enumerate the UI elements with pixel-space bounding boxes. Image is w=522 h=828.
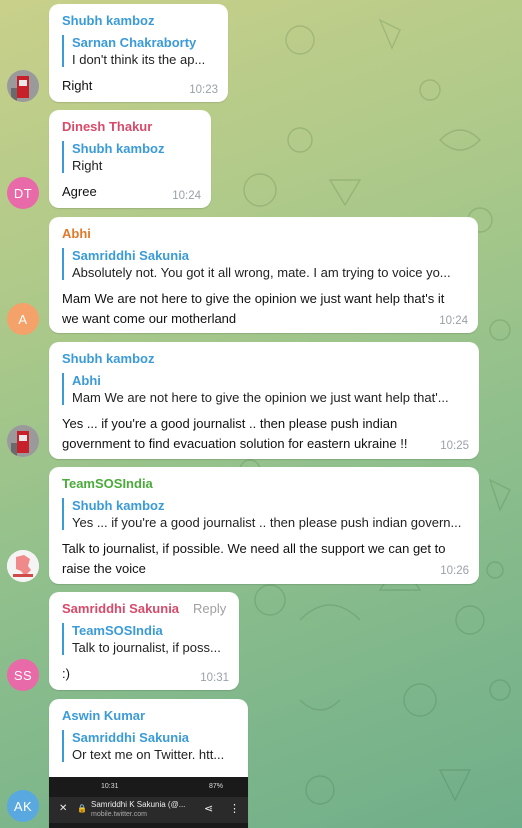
reply-sender: Sarnan Chakraborty (72, 35, 197, 50)
reply-sender: Samriddhi Sakunia (72, 248, 190, 263)
user-photo-icon (7, 425, 39, 457)
message-text-line: Mam We are not here to give the opinion … (62, 291, 445, 306)
reply-text: I don't think its the ap... (72, 52, 206, 67)
message-time: 10:24 (439, 315, 468, 327)
sender-name[interactable]: Dinesh Thakur (62, 119, 152, 134)
sender-name[interactable]: Samriddhi Sakunia (62, 601, 179, 616)
reply-quote[interactable]: Samriddhi Sakunia Or text me on Twitter.… (62, 730, 238, 762)
reply-button[interactable]: Reply (193, 601, 226, 616)
reply-quote[interactable]: TeamSOSIndia Talk to journalist, if poss… (62, 623, 228, 655)
status-time: 10:31 (101, 783, 119, 790)
message-bubble[interactable]: TeamSOSIndia Shubh kamboz Yes ... if you… (49, 467, 479, 584)
attached-screenshot[interactable]: 10:31 87% ✕ 🔒 Samriddhi K Sakunia (@... … (49, 777, 248, 828)
message-bubble[interactable]: Abhi Samriddhi Sakunia Absolutely not. Y… (49, 217, 478, 333)
reply-sender: Shubh kamboz (72, 141, 165, 156)
sender-name[interactable]: Aswin Kumar (62, 708, 145, 723)
avatar[interactable] (7, 70, 39, 102)
avatar[interactable] (7, 550, 39, 582)
message-bubble[interactable]: Aswin Kumar Samriddhi Sakunia Or text me… (49, 699, 248, 828)
reply-text: Absolutely not. You got it all wrong, ma… (72, 265, 451, 280)
user-photo-icon (7, 70, 39, 102)
message-time: 10:31 (200, 672, 229, 684)
message-text: Agree (62, 184, 97, 199)
message-text-line: Talk to journalist, if possible. We need… (62, 541, 446, 556)
reply-sender: TeamSOSIndia (72, 623, 163, 638)
status-bar: 10:31 87% (49, 783, 248, 795)
sender-name[interactable]: Abhi (62, 226, 91, 241)
message-time: 10:23 (189, 84, 218, 96)
reply-sender: Abhi (72, 373, 101, 388)
avatar[interactable]: AK (7, 790, 39, 822)
message-text: Yes ... if you're a good journalist .. t… (62, 414, 407, 454)
reply-quote[interactable]: Shubh kamboz Right (62, 141, 202, 173)
reply-quote[interactable]: Sarnan Chakraborty I don't think its the… (62, 35, 222, 67)
message-bubble[interactable]: Dinesh Thakur Shubh kamboz Right Agree 1… (49, 110, 211, 208)
sender-name[interactable]: Shubh kamboz (62, 351, 154, 366)
sender-name[interactable]: TeamSOSIndia (62, 476, 153, 491)
avatar[interactable]: A (7, 303, 39, 335)
browser-bar: ✕ 🔒 Samriddhi K Sakunia (@... mobile.twi… (49, 797, 248, 823)
reply-text: Yes ... if you're a good journalist .. t… (72, 515, 462, 530)
message-text-line: raise the voice (62, 561, 146, 576)
reply-text: Right (72, 158, 103, 173)
avatar[interactable] (7, 425, 39, 457)
page-url: mobile.twitter.com (91, 811, 148, 818)
message-time: 10:26 (440, 565, 469, 577)
reply-text: Or text me on Twitter. htt... (72, 747, 225, 762)
battery-level: 87% (209, 783, 224, 790)
reply-quote[interactable]: Samriddhi Sakunia Absolutely not. You go… (62, 248, 466, 280)
message-text: :) (62, 666, 70, 681)
message-text-line: government to find evacuation solution f… (62, 436, 408, 451)
page-title: Samriddhi K Sakunia (@... (91, 800, 186, 809)
message-time: 10:25 (440, 440, 469, 452)
sender-name[interactable]: Shubh kamboz (62, 13, 154, 28)
message-bubble[interactable]: Samriddhi Sakunia Reply TeamSOSIndia Tal… (49, 592, 239, 690)
reply-text: Talk to journalist, if poss... (72, 640, 221, 655)
message-text-line: we want come our motherland (62, 311, 237, 326)
avatar[interactable]: DT (7, 177, 39, 209)
message-text: Talk to journalist, if possible. We need… (62, 539, 445, 579)
close-icon: ✕ (59, 803, 68, 814)
lock-icon: 🔒 (77, 804, 87, 813)
team-logo-icon (7, 550, 39, 582)
reply-quote[interactable]: Abhi Mam We are not here to give the opi… (62, 373, 466, 405)
reply-sender: Shubh kamboz (72, 498, 165, 513)
reply-quote[interactable]: Shubh kamboz Yes ... if you're a good jo… (62, 498, 468, 530)
reply-text: Mam We are not here to give the opinion … (72, 390, 449, 405)
message-bubble[interactable]: Shubh kamboz Sarnan Chakraborty I don't … (49, 4, 228, 102)
message-text-line: Yes ... if you're a good journalist .. t… (62, 416, 398, 431)
share-icon: ⋖ (204, 803, 214, 815)
message-text: Right (62, 78, 93, 93)
avatar[interactable]: SS (7, 659, 39, 691)
message-text: Mam We are not here to give the opinion … (62, 289, 444, 329)
message-time: 10:24 (172, 190, 201, 202)
more-icon: ⋮ (229, 803, 240, 815)
reply-sender: Samriddhi Sakunia (72, 730, 190, 745)
message-bubble[interactable]: Shubh kamboz Abhi Mam We are not here to… (49, 342, 479, 459)
